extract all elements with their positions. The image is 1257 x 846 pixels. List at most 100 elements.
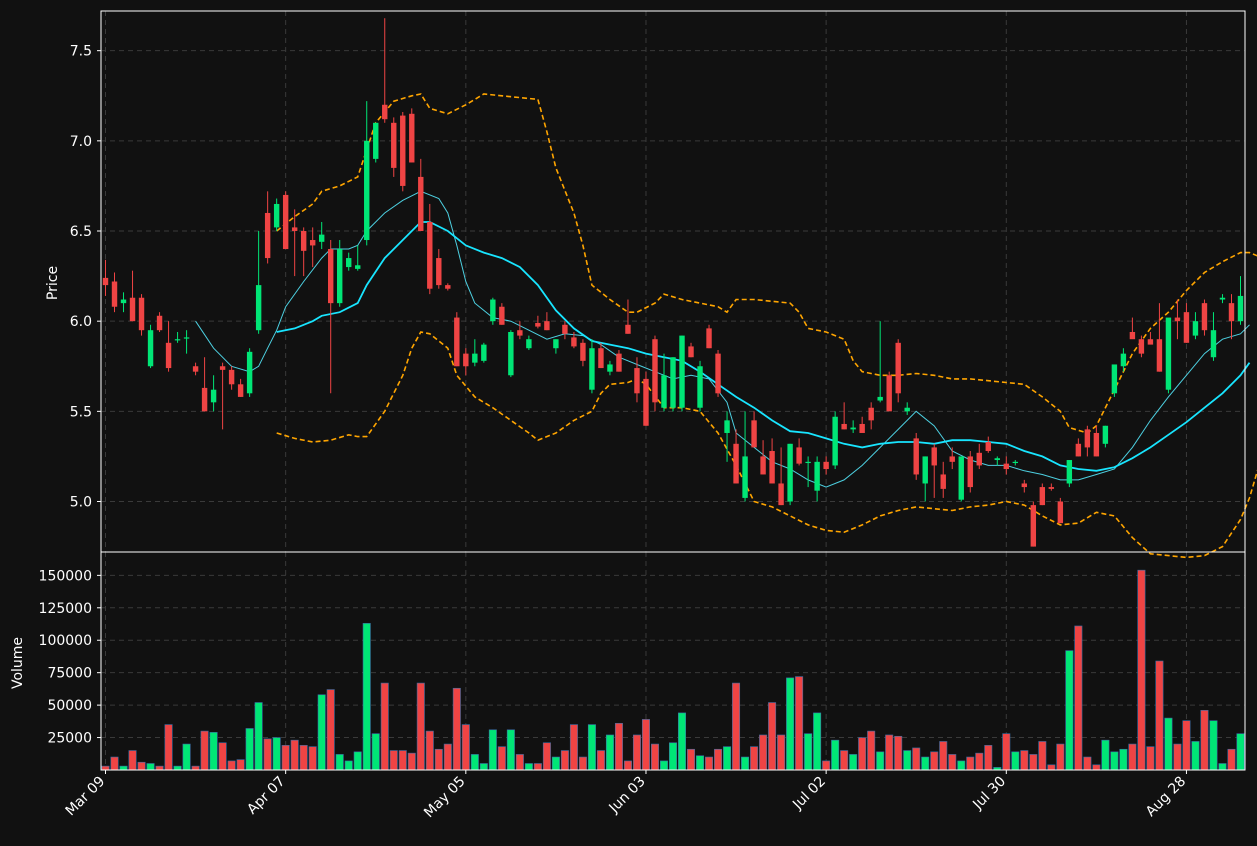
volume-bar bbox=[849, 754, 858, 771]
volume-bar bbox=[1173, 743, 1182, 771]
volume-bar bbox=[804, 733, 813, 771]
volume-bar bbox=[723, 746, 732, 771]
volume-bar bbox=[191, 765, 200, 771]
volume-bar bbox=[101, 765, 110, 771]
price-tick-label: 7.5 bbox=[70, 44, 92, 60]
candle-body bbox=[832, 416, 838, 466]
volume-bar bbox=[714, 748, 723, 771]
candlestick-chart: 5.0 5.5 6.0 6.5 7.0 7.5 25000 50000 75000 100000… bbox=[0, 0, 1257, 842]
candle-body bbox=[174, 339, 181, 341]
volume-bar bbox=[975, 752, 984, 771]
volume-bar bbox=[669, 742, 677, 771]
volume-bar bbox=[533, 763, 542, 771]
candle-body bbox=[318, 234, 325, 242]
volume-tick-label: 25000 bbox=[47, 731, 92, 747]
volume-bar bbox=[416, 682, 425, 771]
candle-body bbox=[796, 447, 802, 464]
candle-body bbox=[931, 447, 937, 466]
volume-bar bbox=[488, 729, 497, 771]
volume-bar bbox=[705, 756, 714, 771]
volume-bar bbox=[308, 746, 317, 771]
volume-bar bbox=[1227, 748, 1236, 771]
candle-body bbox=[814, 461, 820, 491]
candle-body bbox=[607, 364, 613, 372]
volume-bar bbox=[894, 735, 903, 771]
volume-bar bbox=[650, 743, 659, 771]
volume-bar bbox=[750, 746, 759, 771]
candle-body bbox=[958, 456, 964, 500]
volume-bar bbox=[281, 745, 290, 771]
candle-body bbox=[282, 194, 289, 250]
volume-tick-label: 150000 bbox=[39, 568, 92, 584]
candle-body bbox=[805, 461, 811, 464]
volume-bar bbox=[299, 745, 308, 771]
candle-body bbox=[472, 353, 478, 363]
volume-bar bbox=[497, 746, 506, 771]
volume-bar bbox=[957, 760, 966, 771]
volume-bar bbox=[146, 763, 155, 771]
candle-body bbox=[661, 375, 667, 408]
volume-bar bbox=[1110, 751, 1119, 771]
candle-body bbox=[1102, 425, 1109, 444]
candle-body bbox=[291, 227, 298, 232]
candle-body bbox=[309, 240, 316, 246]
candle-body bbox=[940, 474, 946, 489]
volume-bar bbox=[173, 765, 182, 771]
candle-body bbox=[1228, 303, 1235, 322]
candle-body bbox=[1039, 487, 1046, 506]
volume-bar bbox=[452, 687, 461, 771]
volume-bar bbox=[641, 719, 650, 771]
candle-body bbox=[1138, 339, 1145, 354]
volume-bar bbox=[227, 760, 236, 771]
candle-body bbox=[1012, 461, 1019, 464]
volume-bar bbox=[155, 765, 164, 771]
candle-body bbox=[1147, 339, 1154, 345]
volume-bar bbox=[272, 737, 281, 771]
candle-body bbox=[454, 317, 460, 367]
volume-bar bbox=[1164, 717, 1173, 771]
volume-bar bbox=[1056, 743, 1065, 771]
volume-bar bbox=[1092, 764, 1101, 771]
price-tick-label: 5.0 bbox=[70, 495, 92, 511]
candle-body bbox=[850, 427, 856, 430]
volume-bar bbox=[380, 682, 389, 771]
candle-body bbox=[427, 221, 433, 289]
volume-bar bbox=[840, 750, 849, 771]
volume-bar bbox=[1074, 625, 1083, 771]
candle-body bbox=[823, 461, 829, 470]
candle-body bbox=[994, 458, 1000, 461]
candle-body bbox=[787, 443, 793, 502]
candle-body bbox=[679, 335, 685, 408]
candle-body bbox=[273, 203, 280, 228]
volume-bar bbox=[218, 742, 227, 771]
volume-bar bbox=[407, 752, 416, 771]
volume-bar bbox=[470, 754, 479, 771]
candle-body bbox=[1066, 460, 1073, 484]
candle-body bbox=[436, 258, 442, 286]
volume-bar bbox=[813, 712, 822, 771]
candle-body bbox=[598, 348, 604, 369]
candle-body bbox=[111, 281, 118, 307]
volume-bar bbox=[732, 682, 741, 771]
volume-bar bbox=[182, 743, 191, 771]
volume-bar bbox=[1101, 739, 1110, 771]
candle-body bbox=[264, 212, 271, 259]
volume-bar bbox=[200, 730, 209, 771]
volume-bar bbox=[551, 756, 560, 771]
candle-body bbox=[1156, 339, 1163, 372]
volume-bar bbox=[362, 623, 371, 771]
volume-bar bbox=[434, 748, 443, 771]
volume-bar bbox=[128, 750, 137, 771]
volume-bar bbox=[632, 734, 641, 771]
volume-tick-label: 100000 bbox=[39, 633, 92, 649]
volume-bar bbox=[236, 759, 245, 771]
candle-body bbox=[1192, 321, 1199, 336]
volume-bar bbox=[1020, 750, 1029, 771]
candle-body bbox=[327, 249, 334, 304]
volume-bar bbox=[1011, 751, 1020, 771]
volume-bar bbox=[425, 730, 434, 771]
candle-body bbox=[1165, 317, 1172, 390]
volume-bar bbox=[1029, 754, 1038, 771]
candle-body bbox=[625, 324, 631, 334]
candle-body bbox=[895, 342, 901, 394]
